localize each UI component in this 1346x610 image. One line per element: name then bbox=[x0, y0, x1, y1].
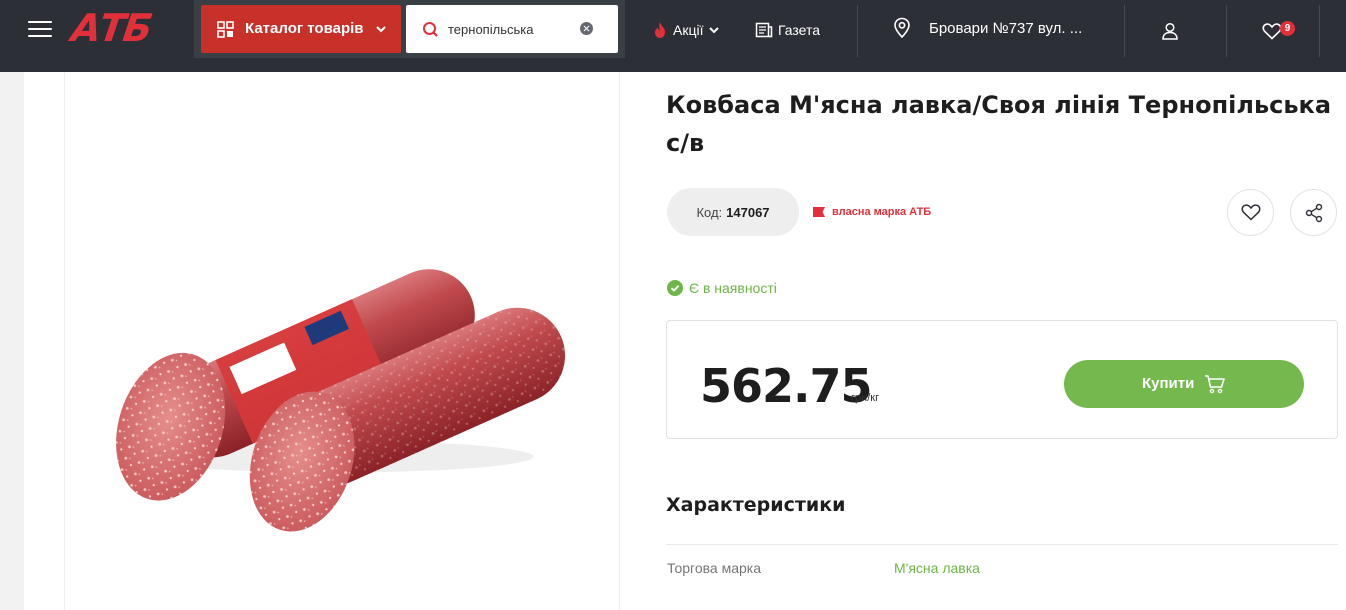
search-icon[interactable] bbox=[422, 21, 439, 38]
share-button[interactable] bbox=[1290, 189, 1337, 236]
product-image[interactable] bbox=[65, 72, 619, 610]
characteristics-title: Характеристики bbox=[666, 494, 846, 516]
catalog-grid-icon bbox=[217, 21, 234, 38]
header-divider bbox=[1319, 5, 1320, 57]
top-navigation-bar: АТБ Каталог товарів Акції bbox=[0, 0, 1346, 72]
favorites-button[interactable] bbox=[1262, 20, 1282, 42]
product-title: Ковбаса М'ясна лавка/Своя лінія Тернопіл… bbox=[666, 91, 1332, 157]
product-code-badge: Код: 147067 bbox=[667, 188, 799, 236]
price-unit: грн/кг bbox=[851, 392, 880, 404]
attribute-value-link[interactable]: М'ясна лавка bbox=[894, 560, 980, 576]
product-code-label: Код: bbox=[696, 204, 723, 220]
check-circle-icon bbox=[667, 280, 683, 296]
flag-icon bbox=[813, 207, 825, 217]
store-label: Бровари №737 вул. ... bbox=[929, 19, 1083, 37]
catalog-button[interactable]: Каталог товарів bbox=[201, 5, 401, 53]
favorites-count-badge: 9 bbox=[1280, 21, 1295, 36]
promotions-label: Акції bbox=[673, 22, 704, 38]
promotions-link[interactable]: Акції bbox=[652, 19, 720, 41]
newspaper-link[interactable]: Газета bbox=[755, 19, 820, 41]
buy-label: Купити bbox=[1142, 375, 1195, 392]
product-code-value: 147067 bbox=[726, 204, 770, 220]
clear-search-icon[interactable] bbox=[580, 22, 593, 35]
attribute-name: Торгова марка bbox=[667, 560, 761, 576]
account-button[interactable] bbox=[1161, 20, 1179, 42]
stock-label: Є в наявності bbox=[689, 280, 777, 296]
cart-icon bbox=[1205, 375, 1225, 394]
newspaper-icon bbox=[755, 22, 773, 38]
heart-icon bbox=[1241, 204, 1261, 221]
own-brand-label: власна марка АТБ bbox=[832, 206, 932, 218]
characteristics-divider bbox=[666, 544, 1338, 545]
flame-icon bbox=[655, 22, 665, 38]
menu-icon[interactable] bbox=[28, 20, 52, 38]
buy-button[interactable]: Купити bbox=[1064, 360, 1304, 408]
chevron-down-icon bbox=[376, 26, 386, 33]
chevron-down-icon bbox=[709, 27, 720, 34]
atb-logo[interactable]: АТБ bbox=[69, 6, 179, 50]
location-pin-icon bbox=[894, 17, 910, 39]
own-brand-tag: власна марка АТБ bbox=[812, 204, 931, 220]
user-icon bbox=[1162, 22, 1178, 40]
add-to-favorites-button[interactable] bbox=[1227, 189, 1274, 236]
store-selector[interactable]: Бровари №737 вул. ... bbox=[893, 17, 1082, 39]
product-image-panel bbox=[64, 72, 620, 610]
newspaper-label: Газета bbox=[778, 22, 821, 38]
header-divider bbox=[1226, 5, 1227, 57]
search-input[interactable] bbox=[448, 17, 578, 41]
stock-status: Є в наявності bbox=[667, 279, 777, 297]
header-divider bbox=[1124, 5, 1125, 57]
share-icon bbox=[1305, 203, 1323, 223]
heart-icon bbox=[1262, 23, 1282, 40]
page-left-margin bbox=[0, 72, 24, 610]
header-divider bbox=[857, 5, 858, 57]
product-price: 562.75 bbox=[700, 359, 873, 413]
catalog-label: Каталог товарів bbox=[245, 20, 364, 37]
search-box bbox=[406, 5, 618, 53]
